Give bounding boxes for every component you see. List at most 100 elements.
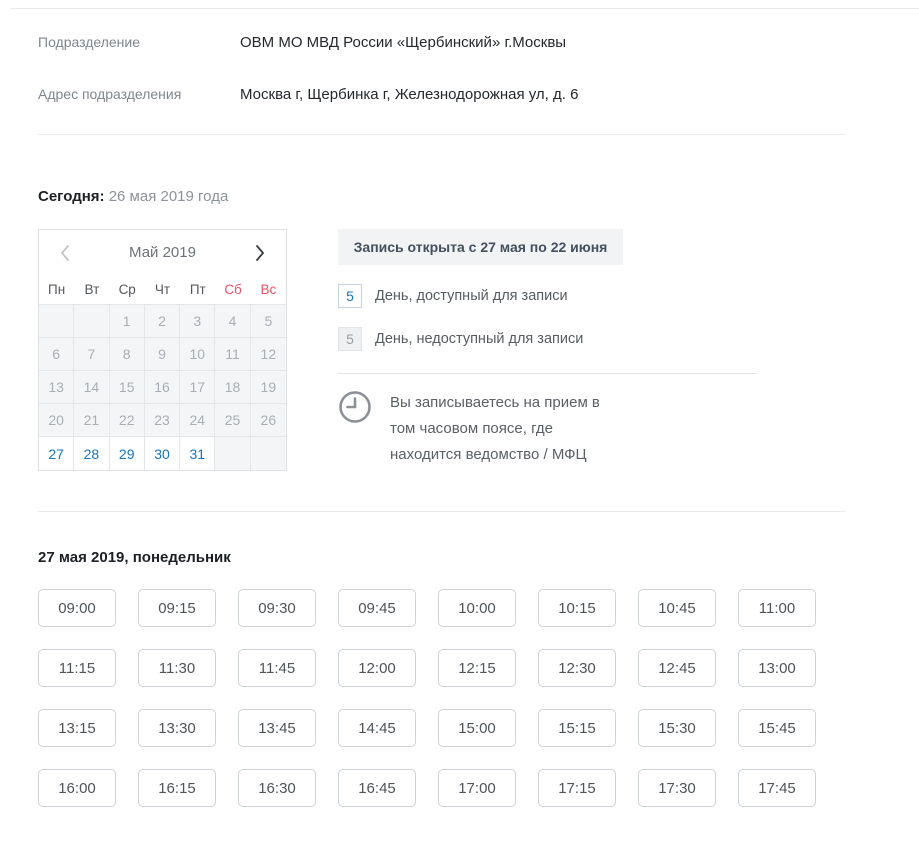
time-slot-button[interactable]: 15:30 bbox=[638, 709, 716, 747]
department-row: Подразделение ОВМ МО МВД России «Щербинс… bbox=[38, 34, 919, 51]
calendar-day-disabled: 16 bbox=[145, 371, 180, 404]
weekday-label: Сб bbox=[215, 282, 250, 297]
legend-divider bbox=[338, 373, 756, 374]
department-info-section: Подразделение ОВМ МО МВД России «Щербинс… bbox=[0, 34, 919, 103]
calendar-day-empty bbox=[74, 305, 109, 338]
time-slot-button[interactable]: 17:30 bbox=[638, 769, 716, 807]
weekday-label: Вс bbox=[251, 282, 286, 297]
time-slot-button[interactable]: 17:00 bbox=[438, 769, 516, 807]
time-slot-button[interactable]: 11:30 bbox=[138, 649, 216, 687]
time-slot-button[interactable]: 13:45 bbox=[238, 709, 316, 747]
calendar-header: Май 2019 bbox=[39, 230, 286, 275]
time-slot-button[interactable]: 16:30 bbox=[238, 769, 316, 807]
calendar-day-disabled: 23 bbox=[145, 404, 180, 437]
calendar-day-disabled: 17 bbox=[180, 371, 215, 404]
time-slot-button[interactable]: 11:45 bbox=[238, 649, 316, 687]
time-slot-button[interactable]: 15:15 bbox=[538, 709, 616, 747]
calendar-day-disabled: 25 bbox=[215, 404, 250, 437]
selected-date-title: 27 мая 2019, понедельник bbox=[38, 549, 919, 566]
calendar-day-disabled: 22 bbox=[110, 404, 145, 437]
time-slot-button[interactable]: 16:15 bbox=[138, 769, 216, 807]
calendar-grid: 1234567891011121314151617181920212223242… bbox=[39, 304, 286, 470]
calendar-day-disabled: 10 bbox=[180, 338, 215, 371]
weekday-label: Пт bbox=[180, 282, 215, 297]
weekday-label: Ср bbox=[110, 282, 145, 297]
time-slot-button[interactable]: 10:45 bbox=[638, 589, 716, 627]
time-slot-button[interactable]: 17:15 bbox=[538, 769, 616, 807]
slots-divider bbox=[38, 511, 845, 512]
time-slot-button[interactable]: 14:45 bbox=[338, 709, 416, 747]
time-slot-button[interactable]: 09:30 bbox=[238, 589, 316, 627]
calendar-day-disabled: 13 bbox=[39, 371, 74, 404]
calendar-day-disabled: 7 bbox=[74, 338, 109, 371]
time-slot-button[interactable]: 12:00 bbox=[338, 649, 416, 687]
time-slots-grid: 09:00 09:15 09:30 09:45 10:00 10:15 10:45 11:00… bbox=[38, 589, 838, 807]
calendar-day-disabled: 20 bbox=[39, 404, 74, 437]
time-slot-button[interactable]: 11:00 bbox=[738, 589, 816, 627]
calendar-day-empty bbox=[251, 437, 286, 470]
time-slot-button[interactable]: 13:15 bbox=[38, 709, 116, 747]
calendar-day-disabled: 3 bbox=[180, 305, 215, 338]
top-divider bbox=[10, 8, 919, 9]
legend-unavailable: 5 День, недоступный для записи bbox=[338, 327, 756, 351]
timezone-note: Вы записываетесь на прием в том часовом … bbox=[338, 390, 756, 468]
calendar-day-disabled: 4 bbox=[215, 305, 250, 338]
legend-available-day-box: 5 bbox=[338, 284, 362, 308]
calendar-day-available[interactable]: 29 bbox=[110, 437, 145, 470]
calendar-day-disabled: 2 bbox=[145, 305, 180, 338]
time-slot-button[interactable]: 17:45 bbox=[738, 769, 816, 807]
booking-area: Май 2019 ПнВтСрЧтПтСбВс 1234567891011121… bbox=[38, 229, 919, 471]
calendar-day-disabled: 18 bbox=[215, 371, 250, 404]
time-slot-button[interactable]: 12:45 bbox=[638, 649, 716, 687]
calendar-day-disabled: 9 bbox=[145, 338, 180, 371]
department-address-row: Адрес подразделения Москва г, Щербинка г… bbox=[38, 86, 919, 103]
time-slot-button[interactable]: 11:15 bbox=[38, 649, 116, 687]
calendar-day-available[interactable]: 27 bbox=[39, 437, 74, 470]
time-slots-section: 27 мая 2019, понедельник 09:00 09:15 09:30… bbox=[0, 549, 919, 807]
today-value: 26 мая 2019 года bbox=[109, 188, 229, 205]
calendar-day-disabled: 12 bbox=[251, 338, 286, 371]
calendar-day-available[interactable]: 28 bbox=[74, 437, 109, 470]
calendar-day-disabled: 8 bbox=[110, 338, 145, 371]
legend-unavailable-label: День, недоступный для записи bbox=[375, 331, 583, 347]
department-label: Подразделение bbox=[38, 34, 240, 50]
time-slot-button[interactable]: 09:00 bbox=[38, 589, 116, 627]
calendar-day-disabled: 19 bbox=[251, 371, 286, 404]
calendar-day-disabled: 24 bbox=[180, 404, 215, 437]
calendar-day-empty bbox=[215, 437, 250, 470]
time-slot-button[interactable]: 12:15 bbox=[438, 649, 516, 687]
time-slot-button[interactable]: 15:00 bbox=[438, 709, 516, 747]
calendar: Май 2019 ПнВтСрЧтПтСбВс 1234567891011121… bbox=[38, 229, 287, 471]
legend-available: 5 День, доступный для записи bbox=[338, 284, 756, 308]
booking-window-banner: Запись открыта с 27 мая по 22 июня bbox=[338, 229, 623, 265]
calendar-day-available[interactable]: 30 bbox=[145, 437, 180, 470]
calendar-day-empty bbox=[39, 305, 74, 338]
time-slot-button[interactable]: 15:45 bbox=[738, 709, 816, 747]
today-label: Сегодня: bbox=[38, 188, 105, 205]
time-slot-button[interactable]: 16:00 bbox=[38, 769, 116, 807]
legend-available-label: День, доступный для записи bbox=[375, 288, 568, 304]
clock-icon bbox=[338, 390, 372, 468]
department-address-value: Москва г, Щербинка г, Железнодорожная ул… bbox=[240, 86, 578, 103]
next-month-button[interactable] bbox=[249, 242, 271, 264]
department-address-label: Адрес подразделения bbox=[38, 86, 240, 102]
department-value: ОВМ МО МВД России «Щербинский» г.Москвы bbox=[240, 34, 566, 51]
time-slot-button[interactable]: 13:30 bbox=[138, 709, 216, 747]
time-slot-button[interactable]: 09:45 bbox=[338, 589, 416, 627]
time-slot-button[interactable]: 13:00 bbox=[738, 649, 816, 687]
calendar-day-available[interactable]: 31 bbox=[180, 437, 215, 470]
calendar-day-disabled: 1 bbox=[110, 305, 145, 338]
calendar-day-disabled: 11 bbox=[215, 338, 250, 371]
time-slot-button[interactable]: 10:00 bbox=[438, 589, 516, 627]
time-slot-button[interactable]: 09:15 bbox=[138, 589, 216, 627]
time-slot-button[interactable]: 12:30 bbox=[538, 649, 616, 687]
time-slot-button[interactable]: 16:45 bbox=[338, 769, 416, 807]
time-slot-button[interactable]: 10:15 bbox=[538, 589, 616, 627]
calendar-day-disabled: 26 bbox=[251, 404, 286, 437]
chevron-left-icon bbox=[59, 244, 71, 262]
today-line: Сегодня: 26 мая 2019 года bbox=[38, 188, 919, 205]
weekday-label: Пн bbox=[39, 282, 74, 297]
prev-month-button[interactable] bbox=[54, 242, 76, 264]
weekday-label: Вт bbox=[74, 282, 109, 297]
chevron-right-icon bbox=[254, 244, 266, 262]
